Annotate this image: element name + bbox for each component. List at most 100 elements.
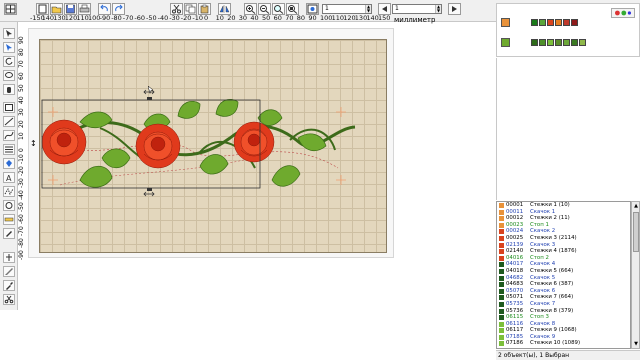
trace-tool-icon[interactable] xyxy=(3,228,15,239)
stitch-index: 04682 xyxy=(506,274,524,281)
stitch-list-item[interactable]: 05070 Скачок 6 xyxy=(497,288,630,295)
embroidery-design[interactable] xyxy=(40,40,388,254)
stitch-list-item[interactable]: 06116 Скачок 8 xyxy=(497,321,630,328)
ruler-tick-label: 50 xyxy=(18,84,25,92)
stitch-label: Скачок 8 xyxy=(530,320,556,327)
thread-color-swatch[interactable] xyxy=(571,19,578,26)
stitch-list-item[interactable]: 04018 Стежки 5 (664) xyxy=(497,268,630,275)
curve-tool-icon[interactable] xyxy=(3,130,15,141)
line-tool-icon[interactable] xyxy=(3,116,15,127)
node-edit-icon[interactable] xyxy=(3,42,15,53)
knife-tool-icon[interactable] xyxy=(3,266,15,277)
thread-color-swatch xyxy=(499,229,504,235)
hand-icon[interactable] xyxy=(3,84,15,95)
stitch-index: 00024 xyxy=(506,228,524,235)
stitch-label: Стежки 2 (11) xyxy=(530,215,570,222)
mouse-cursor-icon xyxy=(147,85,154,95)
ruler-tick-label: -60 xyxy=(18,214,25,224)
rectangle-tool-icon[interactable] xyxy=(3,102,15,113)
ruler-tick-label: 40 xyxy=(250,14,259,22)
spin-input-2[interactable]: 1 ▲ ▼ xyxy=(392,4,442,14)
stitch-list-item[interactable]: 05735 Скачок 7 xyxy=(497,301,630,308)
stitch-list-item[interactable]: 02140 Стежки 4 (1876) xyxy=(497,248,630,255)
grid-icon[interactable] xyxy=(4,3,17,15)
stitch-list-item[interactable]: 07185 Скачок 9 xyxy=(497,334,630,341)
nudge-right-icon[interactable] xyxy=(448,3,461,15)
thread-color-swatch[interactable] xyxy=(539,19,546,26)
bottom-area xyxy=(0,310,496,360)
ruler-tick-label: 120 xyxy=(343,14,356,22)
ruler-tick-label: -20 xyxy=(18,166,25,176)
thread-palette-button[interactable] xyxy=(611,8,635,18)
stitch-list-item[interactable]: 05736 Стежки 8 (379) xyxy=(497,308,630,315)
stitch-list-item[interactable]: 04683 Стежки 6 (387) xyxy=(497,281,630,288)
stitch-list-item[interactable]: 05071 Стежки 7 (664) xyxy=(497,294,630,301)
thread-color-swatch[interactable] xyxy=(579,39,586,46)
stitch-index: 05736 xyxy=(506,307,524,314)
fill-tool-icon[interactable] xyxy=(3,158,15,169)
resize-handle-left-icon[interactable]: ↕ xyxy=(30,140,37,148)
ruler-tick-label: 120 xyxy=(64,14,78,22)
stitch-index: 06116 xyxy=(506,320,524,327)
stitch-list-item[interactable]: 00024 Скачок 2 xyxy=(497,228,630,235)
stitch-list-scrollbar[interactable]: ▲ ▼ xyxy=(631,201,640,349)
spin-input-1[interactable]: 1 ▲ ▼ xyxy=(322,4,372,14)
stitch-list-item[interactable]: 04682 Скачок 5 xyxy=(497,275,630,282)
thread-color-swatch[interactable] xyxy=(563,39,570,46)
stitch-list-item[interactable]: 04017 Скачок 4 xyxy=(497,261,630,268)
stitch-label: Скачок 6 xyxy=(530,287,556,294)
thread-color-swatch[interactable] xyxy=(555,39,562,46)
rotate-icon[interactable] xyxy=(3,56,15,67)
stitch-label: Стежки 3 (2114) xyxy=(530,234,577,241)
thread-color-swatch[interactable] xyxy=(555,19,562,26)
satin-tool-icon[interactable] xyxy=(3,144,15,155)
stitch-list-item[interactable]: 00025 Стежки 3 (2114) xyxy=(497,235,630,242)
stitch-list-item[interactable]: 04016 Стоп 2 xyxy=(497,255,630,262)
running-stitch-icon[interactable] xyxy=(3,186,15,197)
thread-color-swatch xyxy=(499,288,504,294)
stitch-list-item[interactable]: 06117 Стежки 9 (1068) xyxy=(497,327,630,334)
split-tool-icon[interactable] xyxy=(3,252,15,263)
thread-color-swatch[interactable] xyxy=(539,39,546,46)
stitch-list-item[interactable]: 07186 Стежки 10 (1089) xyxy=(497,340,630,347)
select-arrow-icon[interactable] xyxy=(3,28,15,39)
stitch-list-item[interactable]: 00012 Стежки 2 (11) xyxy=(497,215,630,222)
scissors-tool-icon[interactable] xyxy=(3,294,15,305)
stitch-list-item[interactable]: 06115 Стоп 3 xyxy=(497,314,630,321)
stitch-index: 04683 xyxy=(506,281,524,288)
eyedropper-icon[interactable] xyxy=(3,280,15,291)
ruler-tick-label: -70 xyxy=(122,14,134,22)
ruler-tick-label: -20 xyxy=(180,14,192,22)
ruler-tick-label: 30 xyxy=(18,108,25,116)
lasso-icon[interactable] xyxy=(3,70,15,81)
text-tool-icon[interactable]: A xyxy=(3,172,15,183)
stitch-list-item[interactable]: 00001 Стежки 1 (10) xyxy=(497,202,630,209)
thread-color-swatch xyxy=(499,242,504,248)
stitch-list-item[interactable]: 00023 Стоп 1 xyxy=(497,222,630,229)
measure-tool-icon[interactable] xyxy=(3,214,15,225)
stitch-label: Стежки 1 (10) xyxy=(530,202,570,208)
stitch-list-item[interactable]: 02139 Скачок 3 xyxy=(497,242,630,249)
ruler-tick-label: 60 xyxy=(18,72,25,80)
ruler-tick-label: 0 xyxy=(18,148,25,152)
stitch-label: Стежки 9 (1068) xyxy=(530,327,577,334)
applique-tool-icon[interactable] xyxy=(3,200,15,211)
thread-color-swatch[interactable] xyxy=(531,39,538,46)
stitch-list-item[interactable]: 00011 Скачок 1 xyxy=(497,209,630,216)
stitch-index: 02139 xyxy=(506,241,524,248)
thread-color-swatch[interactable] xyxy=(547,39,554,46)
color-block-icon xyxy=(501,18,510,27)
thread-color-swatch xyxy=(499,334,504,340)
thread-color-swatch[interactable] xyxy=(563,19,570,26)
stitch-sequence-list[interactable]: 00001 Стежки 1 (10) 00011 Скачок 1 00012 Стеж… xyxy=(496,201,631,349)
thread-color-swatch[interactable] xyxy=(547,19,554,26)
thread-row-2[interactable] xyxy=(501,38,621,48)
ruler-tick-label: 140 xyxy=(41,14,55,22)
hoop-canvas[interactable] xyxy=(39,39,387,253)
thread-color-swatch[interactable] xyxy=(571,39,578,46)
ruler-tick-label: 90 xyxy=(308,14,317,22)
thread-row-1[interactable] xyxy=(501,18,621,28)
thread-color-swatch xyxy=(499,275,504,281)
thread-color-swatch[interactable] xyxy=(531,19,538,26)
thread-color-swatch xyxy=(499,209,504,215)
